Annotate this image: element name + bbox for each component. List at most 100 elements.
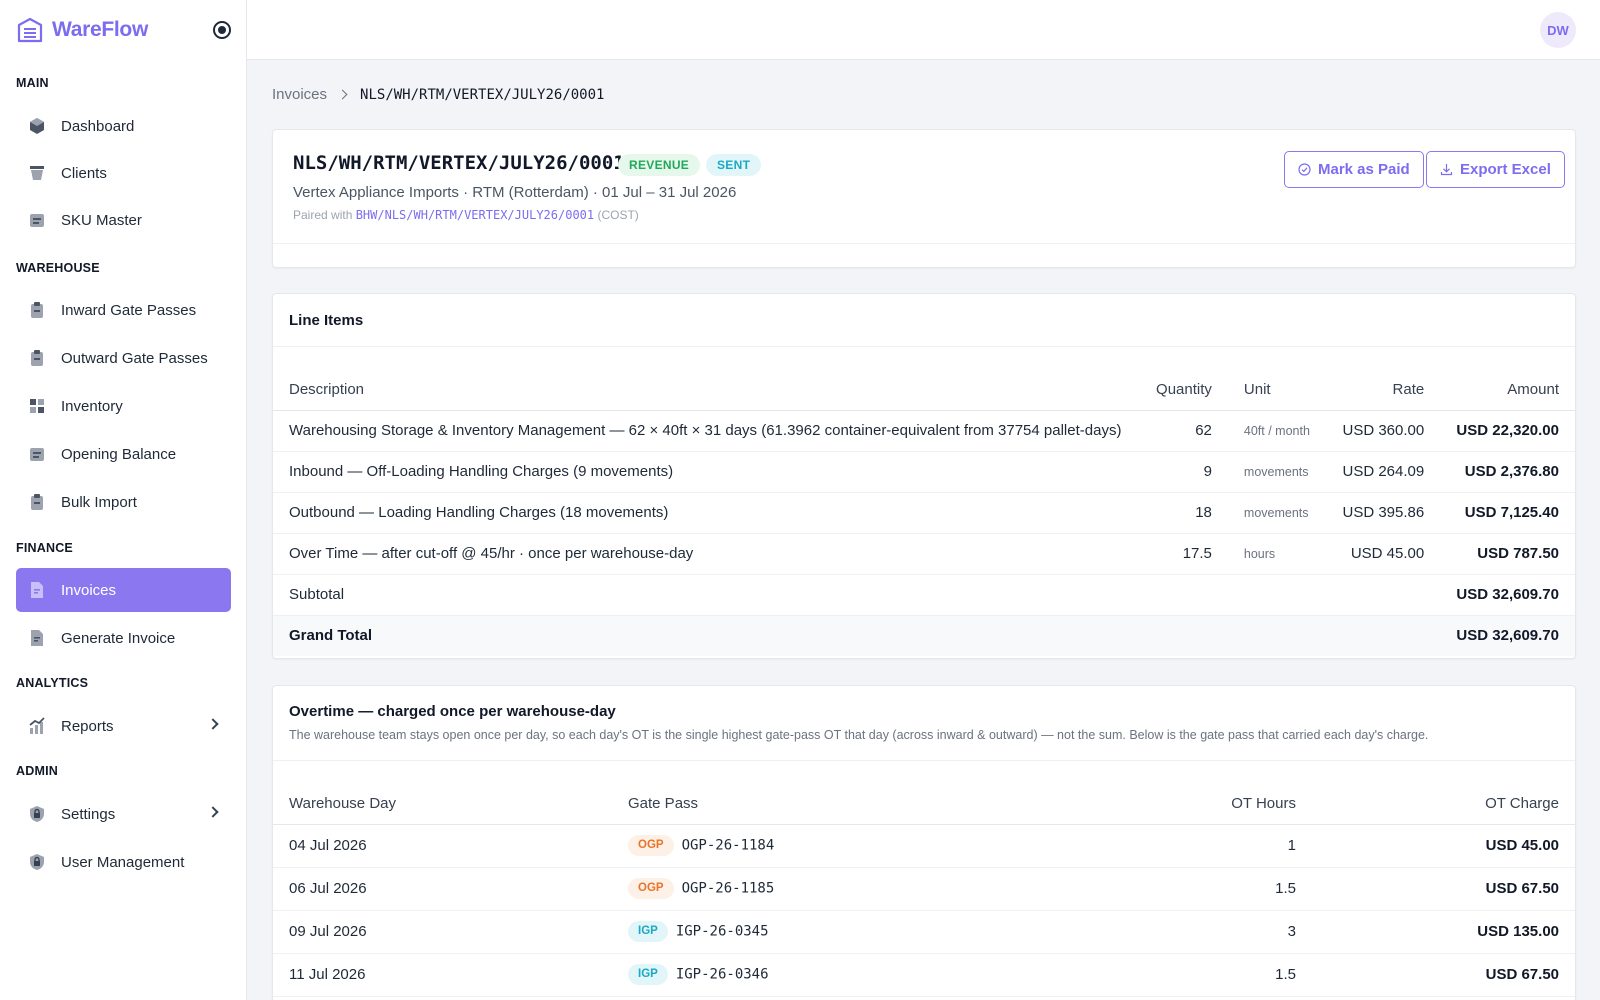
cell-ot-charge: USD 135.00 xyxy=(1312,910,1575,954)
gate-pass-link[interactable]: OGP-26-1185 xyxy=(682,881,775,897)
sidebar-item-opening-balance[interactable]: Opening Balance xyxy=(16,432,231,476)
sidebar-item-outward-gate-passes[interactable]: Outward Gate Passes xyxy=(16,336,231,380)
line-items-table: Description Quantity Unit Rate Amount Wa… xyxy=(273,370,1575,656)
sidebar-item-sku-master[interactable]: SKU Master xyxy=(16,198,231,242)
sidebar-item-clients[interactable]: Clients xyxy=(16,151,231,195)
clipboard-icon xyxy=(31,494,43,510)
download-icon xyxy=(1440,164,1453,176)
sidebar-item-invoices[interactable]: Invoices xyxy=(16,568,231,612)
column-header-description: Description xyxy=(273,370,1138,411)
divider xyxy=(273,346,1575,347)
gate-pass-link[interactable]: IGP-26-0345 xyxy=(676,924,769,940)
cell-rate: USD 264.09 xyxy=(1326,451,1441,493)
sidebar-item-reports[interactable]: Reports xyxy=(16,704,231,748)
invoice-header-card: NLS/WH/RTM/VERTEX/JULY26/0001 REVENUE SE… xyxy=(272,129,1576,268)
avatar[interactable]: DW xyxy=(1540,12,1576,48)
cell-ot-charge: USD 67.50 xyxy=(1312,867,1575,911)
brand[interactable]: WareFlow xyxy=(16,16,148,44)
cell-description: Inbound — Off-Loading Handling Charges (… xyxy=(273,451,1138,493)
cell-rate: USD 360.00 xyxy=(1326,410,1441,452)
cell-ot-hours: 3 xyxy=(1012,910,1312,954)
sidebar-item-dashboard[interactable]: Dashboard xyxy=(16,104,231,148)
sidebar-item-settings[interactable]: Settings xyxy=(16,792,231,836)
cell-ot-hours: 1.5 xyxy=(1012,953,1312,997)
column-header-gate-pass: Gate Pass xyxy=(612,784,1012,825)
sidebar-item-generate-invoice[interactable]: Generate Invoice xyxy=(16,616,231,660)
sidebar-item-label: Invoices xyxy=(61,581,117,599)
sidebar: WareFlow MAIN Dashboard Clients SKU Mast… xyxy=(0,0,247,1000)
cell-day: 06 Jul 2026 xyxy=(273,867,612,911)
table-row: 09 Jul 2026 IGP IGP-26-0345 3 USD 135.00 xyxy=(273,910,1575,954)
section-label-finance: FINANCE xyxy=(16,541,73,555)
warehouse-logo-icon xyxy=(17,17,43,43)
column-header-ot-charge: OT Charge xyxy=(1312,784,1575,825)
subtotal-row: Subtotal USD 32,609.70 xyxy=(273,574,1575,616)
cell-rate: USD 45.00 xyxy=(1326,533,1441,575)
client-name: Vertex Appliance Imports xyxy=(293,184,459,201)
paired-type: (COST) xyxy=(594,208,639,222)
column-header-ot-hours: OT Hours xyxy=(1012,784,1312,825)
export-excel-button[interactable]: Export Excel xyxy=(1426,151,1565,188)
section-label-warehouse: WAREHOUSE xyxy=(16,261,100,275)
section-label-main: MAIN xyxy=(16,76,49,90)
cell-gate-pass: IGP IGP-26-0346 xyxy=(612,953,1012,997)
cell-amount: USD 787.50 xyxy=(1440,533,1575,575)
sidebar-item-label: Dashboard xyxy=(61,117,135,135)
cell-ot-hours: 1 xyxy=(1012,824,1312,868)
cell-amount: USD 2,376.80 xyxy=(1440,451,1575,493)
column-header-day: Warehouse Day xyxy=(273,784,612,825)
table-row: 11 Jul 2026 IGP IGP-26-0346 1.5 USD 67.50 xyxy=(273,953,1575,997)
overtime-description: The warehouse team stays open once per d… xyxy=(289,728,1429,742)
overtime-table: Warehouse Day Gate Pass OT Hours OT Char… xyxy=(273,784,1575,997)
table-row: Over Time — after cut-off @ 45/hr · once… xyxy=(273,533,1575,575)
mark-as-paid-button[interactable]: Mark as Paid xyxy=(1284,151,1424,188)
sidebar-item-label: Settings xyxy=(61,805,116,823)
warehouse-name: RTM (Rotterdam) xyxy=(472,184,589,201)
cell-amount: USD 7,125.40 xyxy=(1440,492,1575,534)
column-header-quantity: Quantity xyxy=(1137,370,1228,411)
gate-pass-type-badge: OGP xyxy=(628,835,674,856)
paired-invoice-link[interactable]: BHW/NLS/WH/RTM/VERTEX/JULY26/0001 xyxy=(356,208,594,222)
cell-day: 11 Jul 2026 xyxy=(273,953,612,997)
column-header-rate: Rate xyxy=(1326,370,1441,411)
cell-gate-pass: IGP IGP-26-0345 xyxy=(612,910,1012,954)
cell-gate-pass: OGP OGP-26-1185 xyxy=(612,867,1012,911)
line-items-title: Line Items xyxy=(289,312,364,329)
cell-amount: USD 22,320.00 xyxy=(1440,410,1575,452)
subtotal-label: Subtotal xyxy=(273,574,1138,616)
table-row: 04 Jul 2026 OGP OGP-26-1184 1 USD 45.00 xyxy=(273,824,1575,868)
table-row: Inbound — Off-Loading Handling Charges (… xyxy=(273,451,1575,493)
sidebar-item-label: Clients xyxy=(61,164,107,182)
cell-quantity: 62 xyxy=(1137,410,1228,452)
sidebar-toggle-icon[interactable] xyxy=(213,21,231,39)
chevron-right-icon xyxy=(207,718,219,730)
sidebar-item-inward-gate-passes[interactable]: Inward Gate Passes xyxy=(16,288,231,332)
sidebar-item-user-management[interactable]: User Management xyxy=(16,840,231,884)
invoice-number: NLS/WH/RTM/VERTEX/JULY26/0001 xyxy=(293,152,625,174)
cell-ot-charge: USD 67.50 xyxy=(1312,953,1575,997)
lock-shield-icon xyxy=(30,806,44,822)
check-circle-icon xyxy=(1298,163,1311,176)
calendar-doc-icon xyxy=(30,448,44,461)
table-row: Outbound — Loading Handling Charges (18 … xyxy=(273,492,1575,534)
cell-gate-pass: OGP OGP-26-1184 xyxy=(612,824,1012,868)
sidebar-item-label: Outward Gate Passes xyxy=(61,349,208,367)
breadcrumb-link-invoices[interactable]: Invoices xyxy=(272,86,327,103)
column-header-unit: Unit xyxy=(1227,370,1327,411)
gate-pass-link[interactable]: IGP-26-0346 xyxy=(676,967,769,983)
sidebar-item-label: Generate Invoice xyxy=(61,629,176,647)
sidebar-item-label: Bulk Import xyxy=(61,493,137,511)
cell-unit: movements xyxy=(1227,492,1327,534)
sidebar-item-bulk-import[interactable]: Bulk Import xyxy=(16,480,231,524)
cell-unit: 40ft / month xyxy=(1227,410,1327,452)
document-icon xyxy=(31,582,43,598)
clipboard-icon xyxy=(31,350,43,366)
billing-period: · 01 Jul – 31 Jul 2026 xyxy=(588,184,737,201)
gate-pass-type-badge: OGP xyxy=(628,878,674,899)
cell-unit: hours xyxy=(1227,533,1327,575)
sidebar-item-inventory[interactable]: Inventory xyxy=(16,384,231,428)
grand-total-row: Grand Total USD 32,609.70 xyxy=(273,615,1575,656)
sidebar-item-label: Inventory xyxy=(61,397,123,415)
divider xyxy=(273,760,1575,761)
gate-pass-link[interactable]: OGP-26-1184 xyxy=(682,838,775,854)
